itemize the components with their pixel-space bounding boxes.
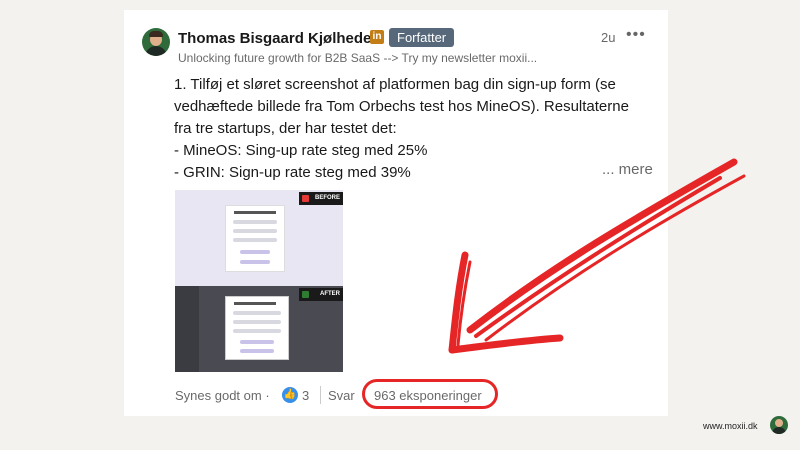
site-url: www.moxii.dk [703, 421, 758, 431]
footer-avatar [770, 416, 788, 434]
annotation-arrow [448, 158, 746, 354]
